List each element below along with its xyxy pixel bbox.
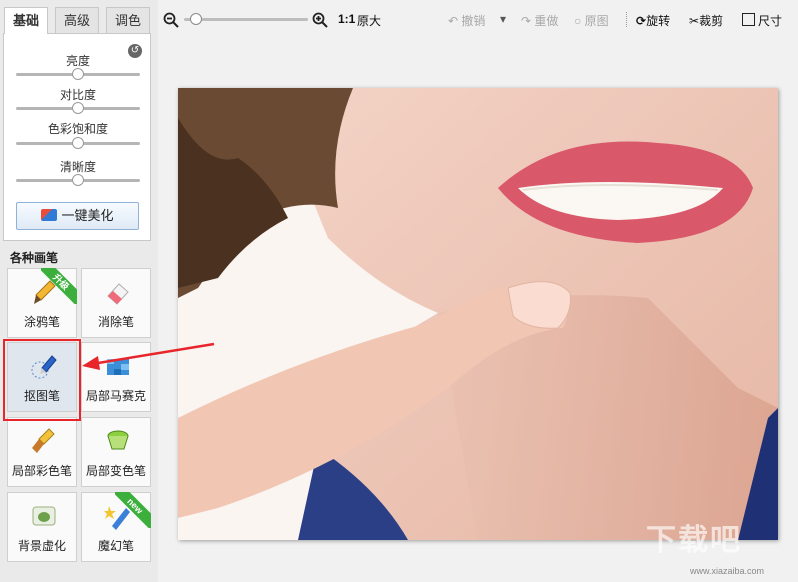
crop-button[interactable]: ✂裁剪 xyxy=(689,12,723,29)
rotate-button[interactable]: ⟳旋转 xyxy=(636,12,670,29)
top-toolbar: 1:1 原大 ↶ 撤销 ▾ ↷ 重做 ○ 原图 ⟳旋转 ✂裁剪 尺寸 xyxy=(158,0,798,40)
auto-beautify-button[interactable]: 一键美化 xyxy=(16,202,139,230)
photo-canvas[interactable] xyxy=(178,88,778,540)
resize-icon xyxy=(742,13,755,26)
saturation-slider[interactable] xyxy=(16,137,140,149)
doodle-pen-tool[interactable]: 升级 涂鸦笔 xyxy=(7,268,77,338)
local-recolor-pen-label: 局部变色笔 xyxy=(85,464,146,478)
contrast-slider[interactable] xyxy=(16,102,140,114)
local-recolor-pen-tool[interactable]: 局部变色笔 xyxy=(81,417,151,487)
original-image-button[interactable]: ○ 原图 xyxy=(574,12,609,29)
toolbar-divider xyxy=(626,12,628,27)
tab-advanced[interactable]: 高级 xyxy=(55,7,99,33)
blur-icon xyxy=(32,506,56,526)
brush-section-heading: 各种画笔 xyxy=(10,251,59,265)
doodle-pen-label: 涂鸦笔 xyxy=(23,315,60,329)
redo-icon: ↷ xyxy=(521,14,532,28)
saturation-label: 色彩饱和度 xyxy=(47,122,108,136)
zoom-out-icon[interactable] xyxy=(163,12,179,28)
circle-icon: ○ xyxy=(574,14,582,28)
cutout-pen-highlight-box xyxy=(3,339,81,421)
zoom-slider[interactable] xyxy=(184,13,308,25)
magic-pen-label: 魔幻笔 xyxy=(97,539,134,553)
saturation-slider-thumb[interactable] xyxy=(72,137,84,149)
tab-color[interactable]: 调色 xyxy=(106,7,150,33)
redo-button[interactable]: ↷ 重做 xyxy=(521,12,558,29)
auto-beautify-label: 一键美化 xyxy=(61,208,114,223)
local-color-pen-tool[interactable]: 局部彩色笔 xyxy=(7,417,77,487)
sharpness-slider[interactable] xyxy=(16,174,140,186)
brightness-label: 亮度 xyxy=(65,54,90,68)
watermark-logo: 下载吧 xyxy=(646,524,742,557)
original-size-button[interactable]: 原大 xyxy=(357,12,381,29)
actual-size-ratio[interactable]: 1:1 xyxy=(338,12,355,26)
local-color-pen-label: 局部彩色笔 xyxy=(11,464,72,478)
eraser-pen-tool[interactable]: 消除笔 xyxy=(81,268,151,338)
tab-basic[interactable]: 基础 xyxy=(4,7,48,34)
brightness-slider[interactable] xyxy=(16,68,140,80)
contrast-slider-thumb[interactable] xyxy=(72,102,84,114)
undo-button[interactable]: ↶ 撤销 xyxy=(448,12,485,29)
left-panel: 基础 高级 调色 ↺ 亮度 对比度 色彩饱和度 清晰度 一键美化 各种画笔 升级 xyxy=(0,0,158,582)
paintbrush-icon xyxy=(32,428,55,453)
scissors-icon: ✂ xyxy=(689,14,700,28)
magic-pen-tool[interactable]: new 魔幻笔 xyxy=(81,492,151,562)
background-blur-label: 背景虚化 xyxy=(17,539,66,553)
portrait-photo xyxy=(178,88,778,540)
local-mosaic-label: 局部马赛克 xyxy=(85,389,146,403)
upgrade-badge: 升级 xyxy=(41,268,77,304)
adjust-panel: ↺ 亮度 对比度 色彩饱和度 清晰度 一键美化 xyxy=(3,33,151,241)
eraser-pen-label: 消除笔 xyxy=(97,315,134,329)
brightness-slider-thumb[interactable] xyxy=(72,68,84,80)
undo-icon: ↶ xyxy=(448,14,459,28)
background-blur-tool[interactable]: 背景虚化 xyxy=(7,492,77,562)
resize-button[interactable]: 尺寸 xyxy=(742,12,782,29)
rotate-icon: ⟳ xyxy=(636,14,647,28)
watermark-url: www.xiazaiba.com xyxy=(690,566,765,576)
undo-dropdown-chevron-icon[interactable]: ▾ xyxy=(500,12,506,26)
zoom-slider-thumb[interactable] xyxy=(190,13,202,25)
contrast-label: 对比度 xyxy=(59,88,96,102)
zoom-in-icon[interactable] xyxy=(312,12,328,28)
magic-wand-icon xyxy=(41,209,58,221)
annotation-arrow xyxy=(82,342,215,370)
sharpness-label: 清晰度 xyxy=(59,160,96,174)
new-badge: new xyxy=(115,492,151,528)
paint-bucket-icon xyxy=(107,430,129,450)
eraser-icon xyxy=(107,283,129,305)
sharpness-slider-thumb[interactable] xyxy=(72,174,84,186)
